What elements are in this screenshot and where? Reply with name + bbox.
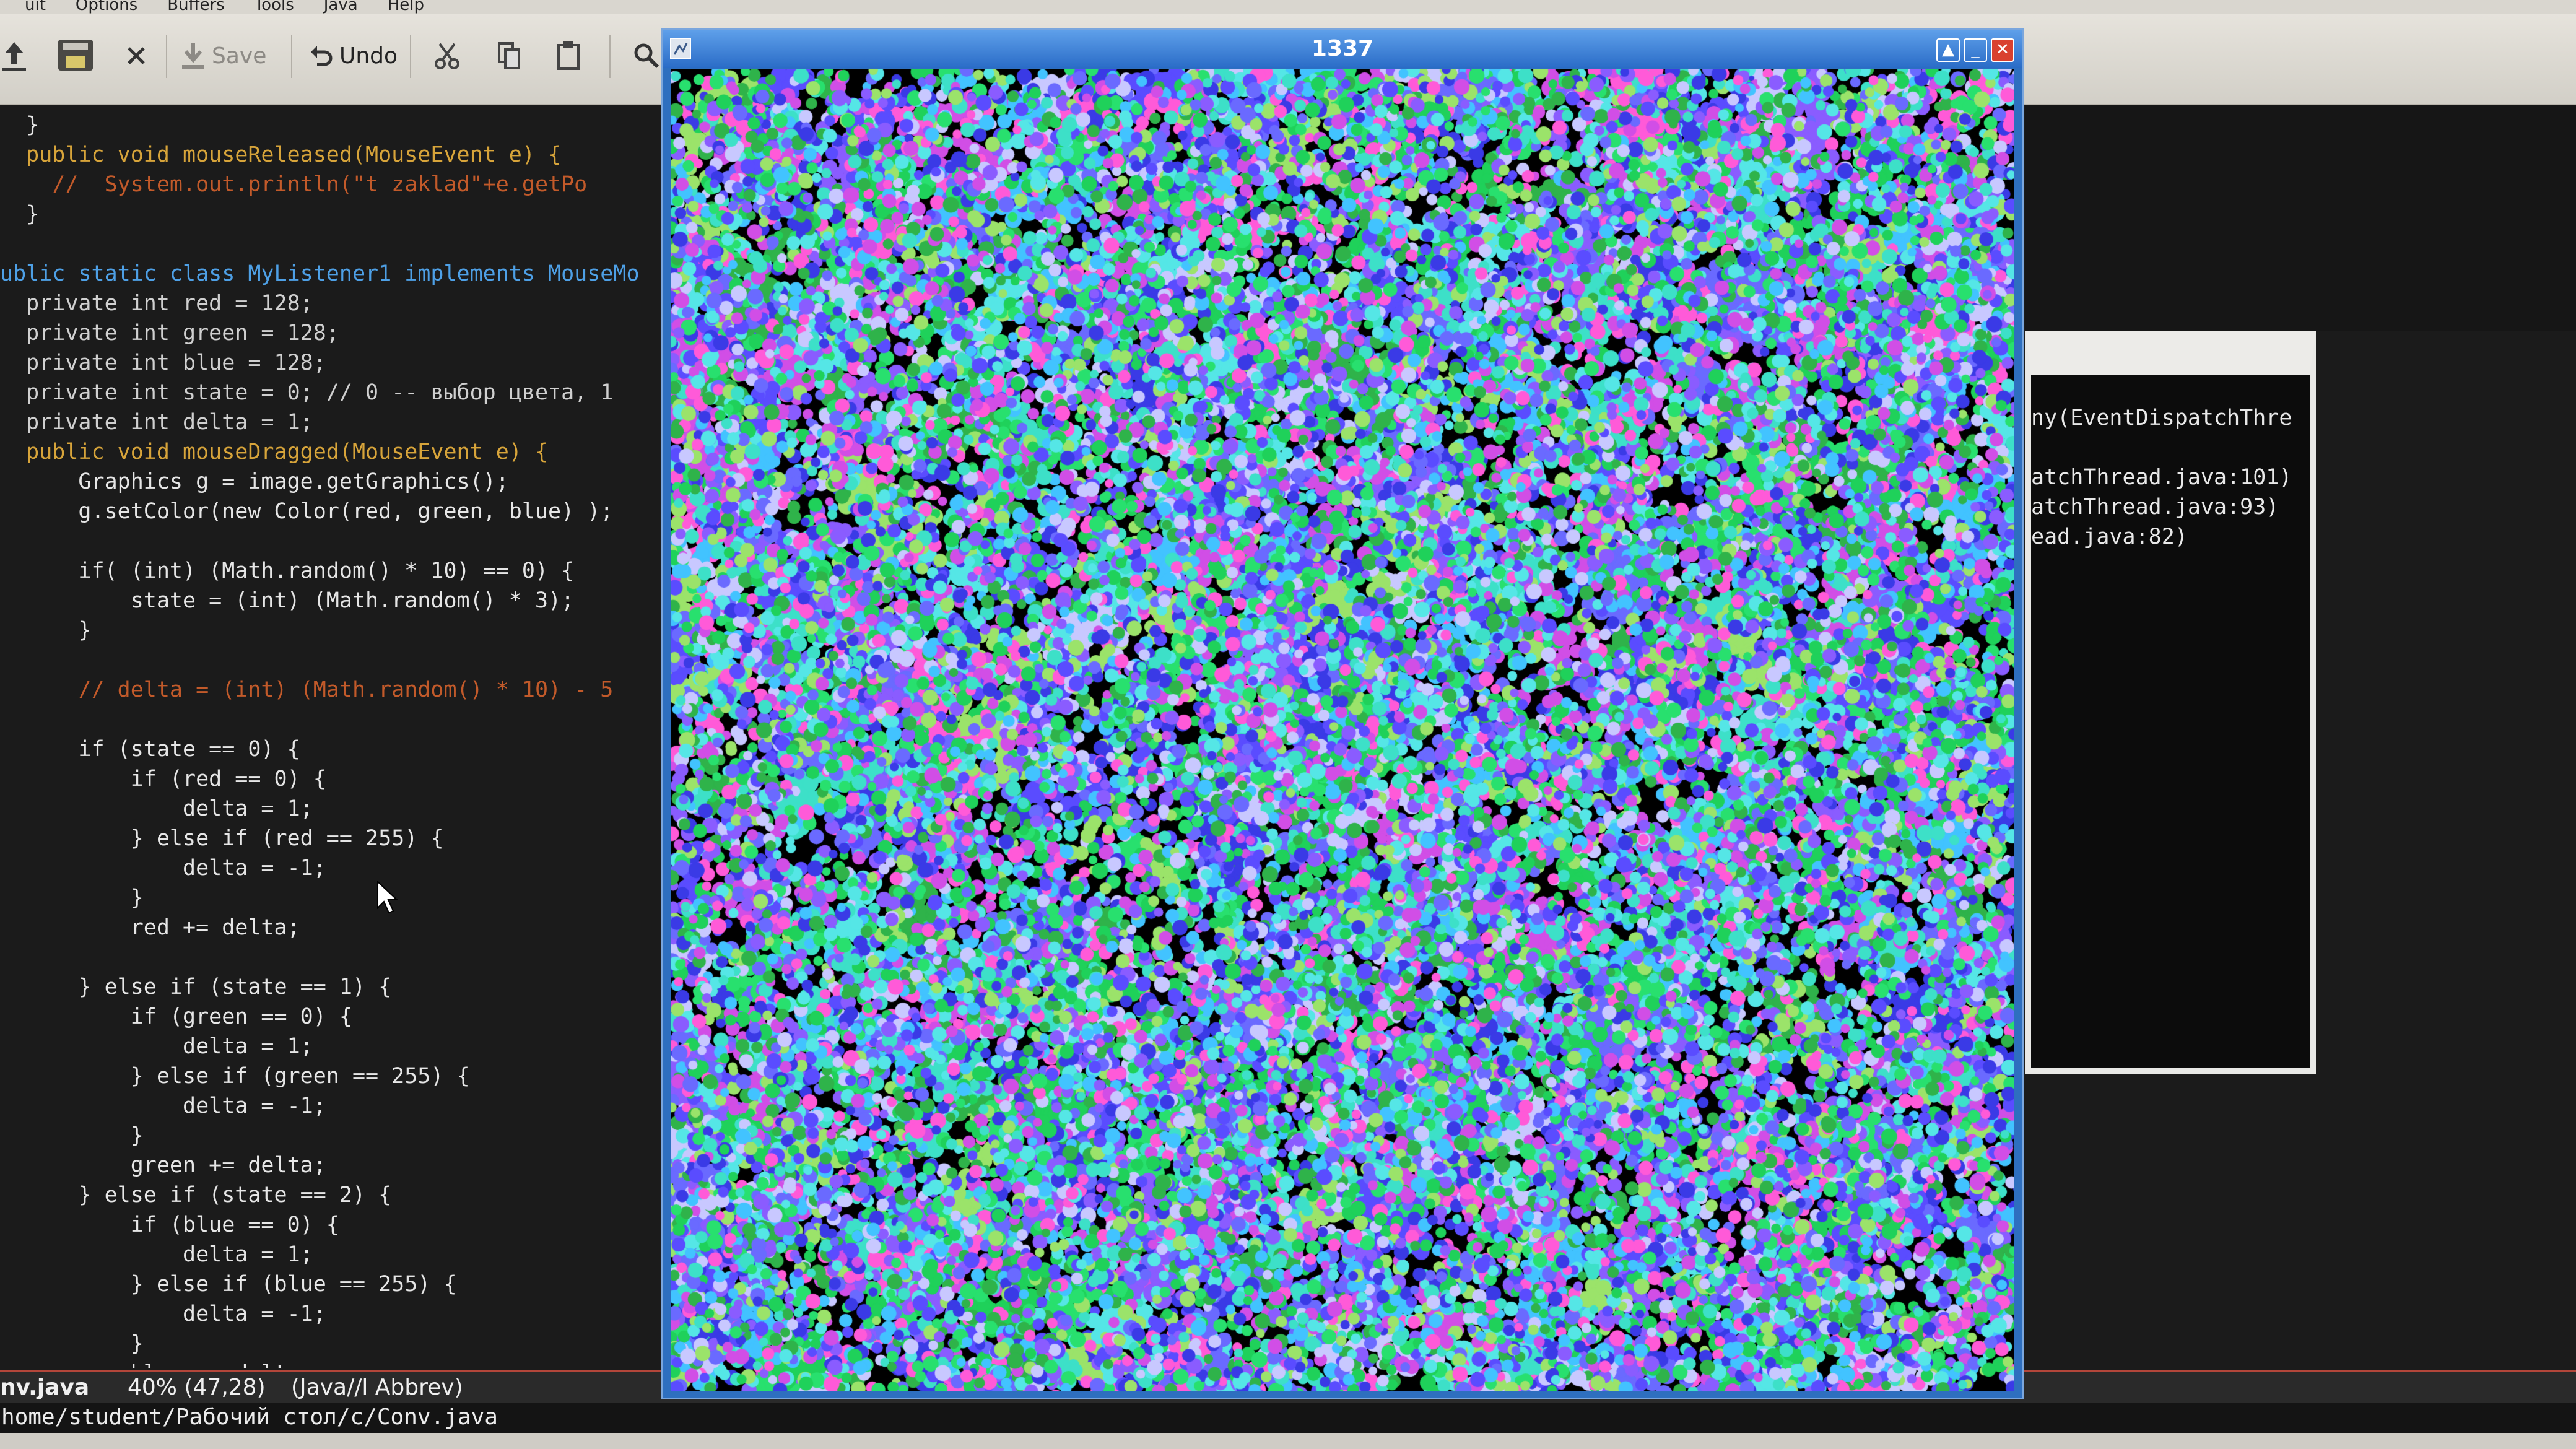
taskbar (0, 1433, 2576, 1449)
undo-icon (311, 46, 333, 66)
menu-item[interactable]: uit (25, 0, 46, 13)
code-line: } else if (green == 255) { (0, 1064, 470, 1089)
minibuffer[interactable]: home/student/Рабочий стол/c/Conv.java (0, 1403, 2576, 1433)
code-line: // delta = (int) (Math.random() * 10) - … (0, 677, 614, 702)
menu-item[interactable]: Tools (255, 0, 294, 13)
menu-item[interactable]: Help (388, 0, 424, 13)
download-icon (182, 43, 204, 69)
code-line: if (green == 0) { (0, 1004, 352, 1029)
code-line: delta = -1; (0, 1302, 326, 1326)
code-line: green += delta; (0, 1153, 326, 1178)
code-line: } else if (red == 255) { (0, 826, 444, 851)
terminal-line: atchThread.java:101) (2031, 465, 2292, 490)
code-line: private int red = 128; (0, 291, 313, 316)
code-line: } (0, 202, 40, 227)
code-line: } (0, 1123, 144, 1148)
code-line: if (red == 0) { (0, 767, 326, 791)
code-line: Graphics g = image.getGraphics(); (0, 469, 509, 494)
menu-item[interactable]: Options (76, 0, 137, 13)
code-line: } (0, 618, 92, 643)
code-line: private int blue = 128; (0, 350, 326, 375)
code-line: } (0, 113, 40, 137)
code-line: ublic static class MyListener1 implement… (0, 261, 640, 286)
mouse-cursor-icon (377, 881, 399, 914)
code-line: delta = 1; (0, 1034, 313, 1059)
upload-icon[interactable] (0, 32, 28, 79)
toolbar-separator (166, 35, 167, 78)
terminal-line: atchThread.java:93) (2031, 495, 2279, 520)
drawing-window[interactable]: 1337 ▲ _ ✕ (661, 28, 2024, 1399)
code-line: private int state = 0; // 0 -- выбор цве… (0, 380, 614, 405)
code-line: if (state == 0) { (0, 737, 300, 762)
code-line: state = (int) (Math.random() * 3); (0, 588, 575, 613)
toolbar-separator (410, 35, 411, 78)
save-button[interactable]: Save (181, 32, 266, 79)
code-line: } (0, 1331, 144, 1356)
code-editor[interactable]: } public void mouseReleased(MouseEvent e… (0, 105, 669, 1368)
menu-item[interactable]: Java (324, 0, 358, 13)
minimize-icon[interactable]: _ (1964, 38, 1987, 62)
code-line: } else if (blue == 255) { (0, 1272, 457, 1297)
close-buffer-icon[interactable] (125, 32, 147, 79)
menu-item[interactable]: Buffers (167, 0, 224, 13)
code-line: // System.out.println("t zaklad"+e.getPo (0, 172, 588, 197)
terminal-window[interactable]: ny(EventDispatchThre atchThread.java:101)… (2025, 331, 2316, 1074)
code-line: delta = -1; (0, 856, 326, 881)
menu-bar: uit Options Buffers Tools Java Help (0, 0, 2576, 14)
window-titlebar[interactable]: 1337 ▲ _ ✕ (663, 30, 2022, 68)
code-line: private int delta = 1; (0, 410, 313, 435)
window-title: 1337 (1311, 36, 1374, 61)
search-icon[interactable] (633, 32, 660, 79)
toolbar-separator (609, 35, 611, 78)
code-line: } else if (state == 2) { (0, 1183, 392, 1208)
code-line: if( (int) (Math.random() * 10) == 0) { (0, 559, 575, 583)
code-line: delta = -1; (0, 1094, 326, 1118)
code-line: g.setColor(new Color(red, green, blue) )… (0, 499, 614, 524)
editor-right-area (2025, 105, 2576, 331)
code-line: public void mouseReleased(MouseEvent e) … (0, 142, 562, 167)
code-line: private int green = 128; (0, 321, 339, 346)
code-line: } (0, 886, 144, 910)
paste-icon[interactable] (556, 32, 581, 79)
code-line: delta = 1; (0, 1242, 313, 1267)
code-line: delta = 1; (0, 796, 313, 821)
modeline-position: 40% (47,28) (128, 1375, 266, 1400)
code-line: if (blue == 0) { (0, 1212, 339, 1237)
cut-icon[interactable] (433, 32, 461, 79)
save-label: Save (212, 43, 267, 69)
code-line: red += delta; (0, 915, 300, 940)
maximize-icon[interactable]: ▲ (1936, 38, 1960, 62)
save-disk-icon[interactable] (57, 32, 95, 79)
toolbar-separator (291, 35, 292, 78)
terminal-line: ny(EventDispatchThre (2031, 406, 2292, 430)
copy-icon[interactable] (497, 32, 521, 79)
code-line: public void mouseDragged(MouseEvent e) { (0, 440, 549, 464)
paint-canvas[interactable] (671, 69, 2014, 1391)
code-line: } else if (state == 1) { (0, 975, 392, 999)
close-icon[interactable]: ✕ (1991, 38, 2014, 62)
undo-button[interactable]: Undo (308, 32, 398, 79)
undo-label: Undo (339, 43, 398, 69)
modeline-filename: nv.java (0, 1375, 90, 1400)
modeline-mode: (Java//l Abbrev) (291, 1375, 463, 1400)
code-line: blue += delta; (0, 1359, 313, 1368)
terminal-line: ead.java:82) (2031, 524, 2188, 549)
